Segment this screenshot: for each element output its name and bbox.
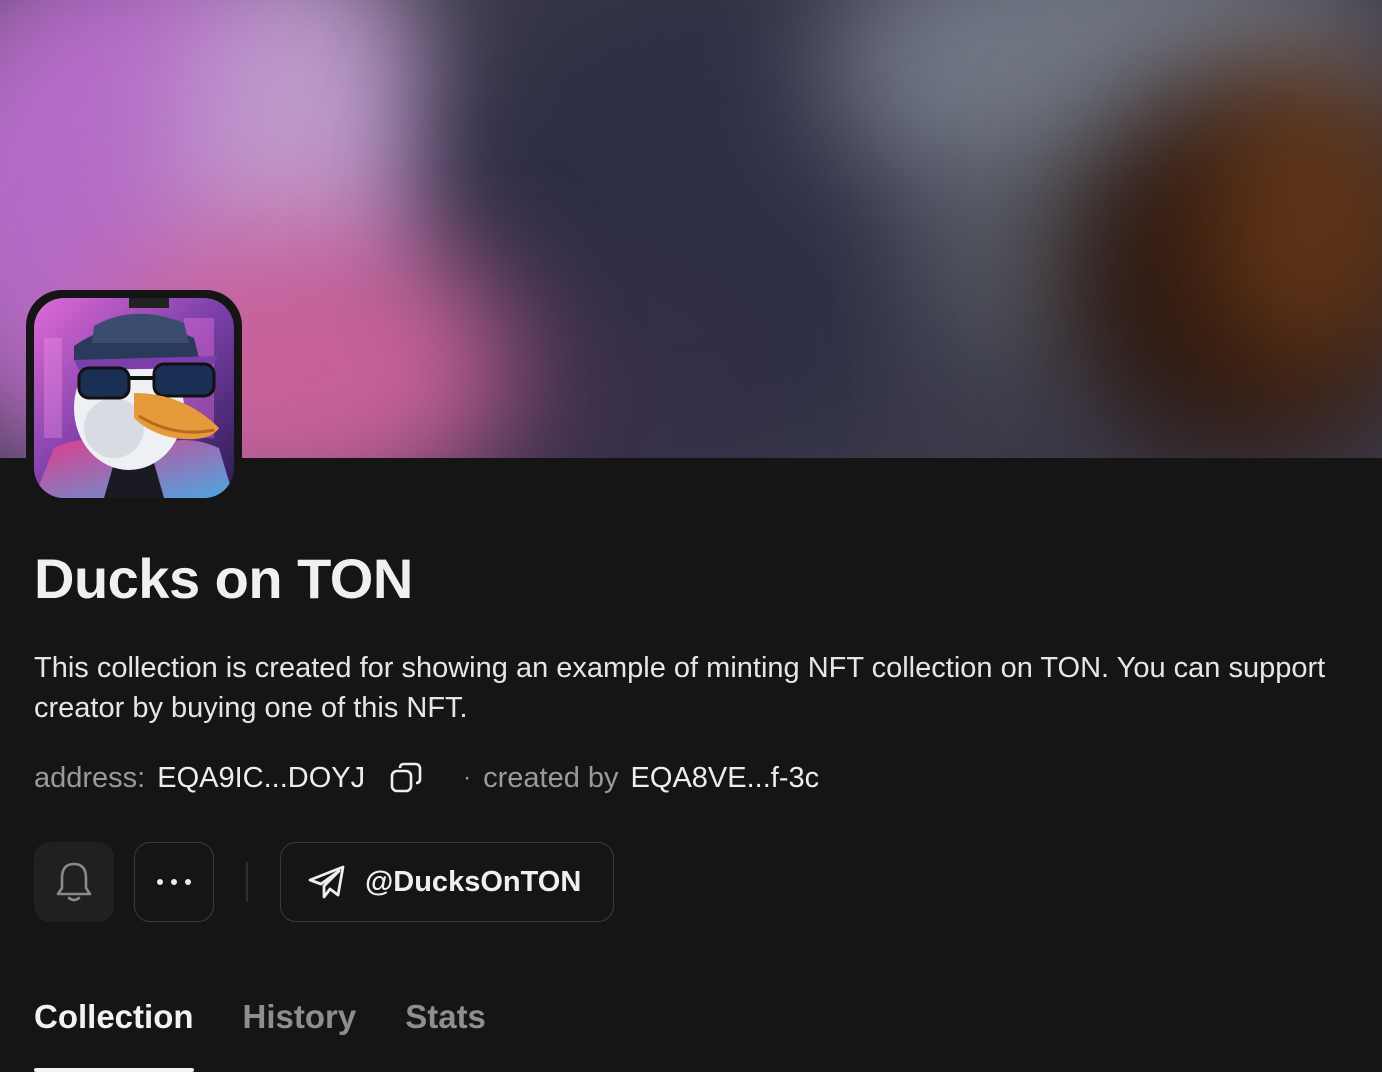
collection-title: Ducks on TON: [34, 547, 413, 610]
address-label: address:: [34, 761, 146, 794]
collection-description: This collection is created for showing a…: [34, 652, 1326, 724]
tab-stats[interactable]: Stats: [405, 996, 486, 1072]
tab-history[interactable]: History: [243, 996, 357, 1072]
telegram-handle: @DucksOnTON: [365, 865, 582, 898]
tab-collection[interactable]: Collection: [34, 996, 194, 1072]
more-icon: [157, 879, 191, 885]
action-divider: [246, 862, 248, 902]
telegram-icon: [308, 865, 345, 899]
collection-tabs: Collection History Stats: [34, 996, 535, 1072]
more-options-button[interactable]: [134, 842, 214, 922]
telegram-link-button[interactable]: @DucksOnTON: [280, 842, 615, 922]
subscribe-button[interactable]: [34, 842, 114, 922]
collection-meta: address: EQA9IC...DOYJ · created by EQA8…: [34, 758, 819, 798]
collection-avatar: [26, 290, 242, 506]
bell-icon: [56, 862, 92, 902]
created-by-label: created by: [483, 761, 619, 794]
duck-avatar-image: [34, 298, 234, 498]
creator-address[interactable]: EQA8VE...f-3c: [631, 762, 820, 795]
meta-separator: ·: [463, 764, 472, 791]
address-value[interactable]: EQA9IC...DOYJ: [157, 762, 365, 795]
copy-icon[interactable]: [389, 761, 423, 795]
action-bar: @DucksOnTON: [34, 842, 615, 922]
